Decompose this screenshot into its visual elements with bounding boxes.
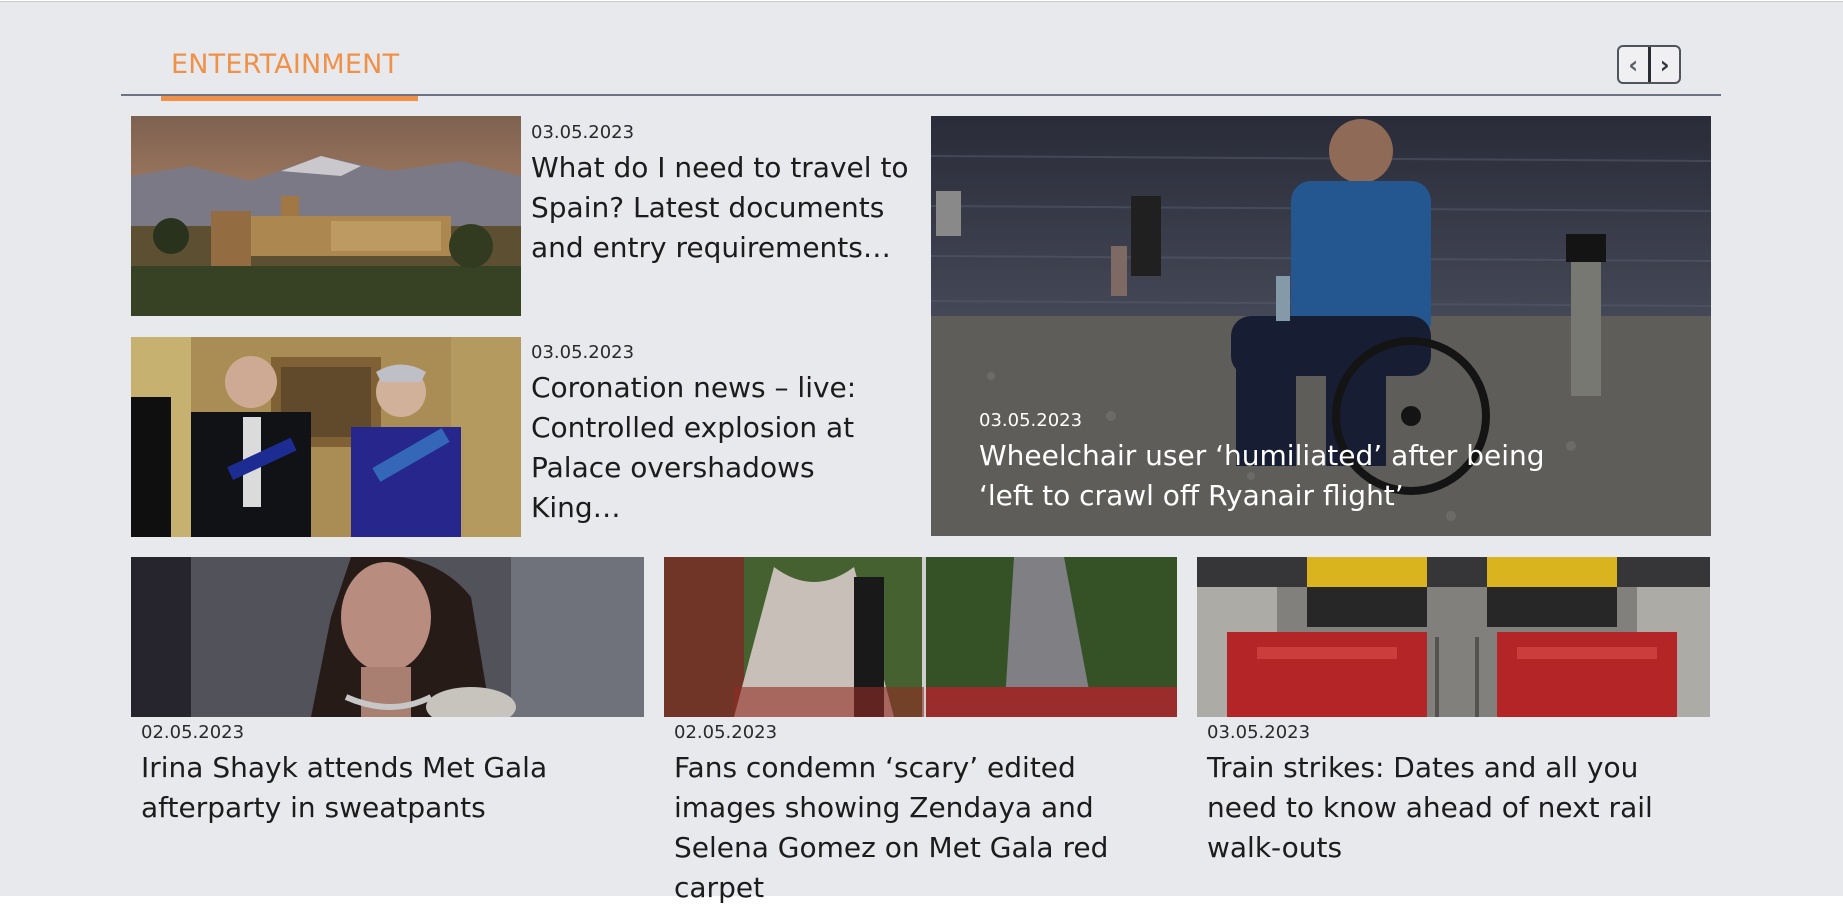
article-title[interactable]: Irina Shayk attends Met Gala afterparty …: [141, 748, 631, 828]
entertainment-panel: ENTERTAINMENT ‹ › 03.05.2023 What do I n…: [0, 1, 1843, 904]
section-title[interactable]: ENTERTAINMENT: [171, 49, 399, 80]
featured-article-date: 03.05.2023: [979, 410, 1083, 431]
article-date: 03.05.2023: [531, 122, 635, 143]
top-divider: [0, 1, 1843, 2]
article-title[interactable]: What do I need to travel to Spain? Lates…: [531, 148, 911, 268]
featured-article-title[interactable]: Wheelchair user ‘humiliated’ after being…: [979, 436, 1579, 516]
article-date: 02.05.2023: [674, 722, 778, 743]
article-image-trains[interactable]: [1197, 557, 1710, 717]
chevron-left-icon: ‹: [1628, 50, 1639, 79]
article-title[interactable]: Coronation news – live: Controlled explo…: [531, 368, 911, 528]
article-image-coronation[interactable]: [131, 337, 521, 537]
article-image-zendaya[interactable]: [664, 557, 1177, 717]
article-date: 03.05.2023: [1207, 722, 1311, 743]
article-title[interactable]: Fans condemn ‘scary’ edited images showi…: [674, 748, 1174, 908]
carousel-nav: ‹ ›: [1617, 45, 1681, 84]
prev-button[interactable]: ‹: [1619, 47, 1651, 82]
chevron-right-icon: ›: [1659, 50, 1670, 79]
article-title[interactable]: Train strikes: Dates and all you need to…: [1207, 748, 1707, 868]
article-image-irina[interactable]: [131, 557, 644, 717]
section-title-underline: [161, 96, 418, 101]
article-image-spain[interactable]: [131, 116, 521, 316]
section-header: ENTERTAINMENT: [121, 49, 1721, 101]
article-date: 03.05.2023: [531, 342, 635, 363]
article-date: 02.05.2023: [141, 722, 245, 743]
next-button[interactable]: ›: [1651, 47, 1680, 82]
